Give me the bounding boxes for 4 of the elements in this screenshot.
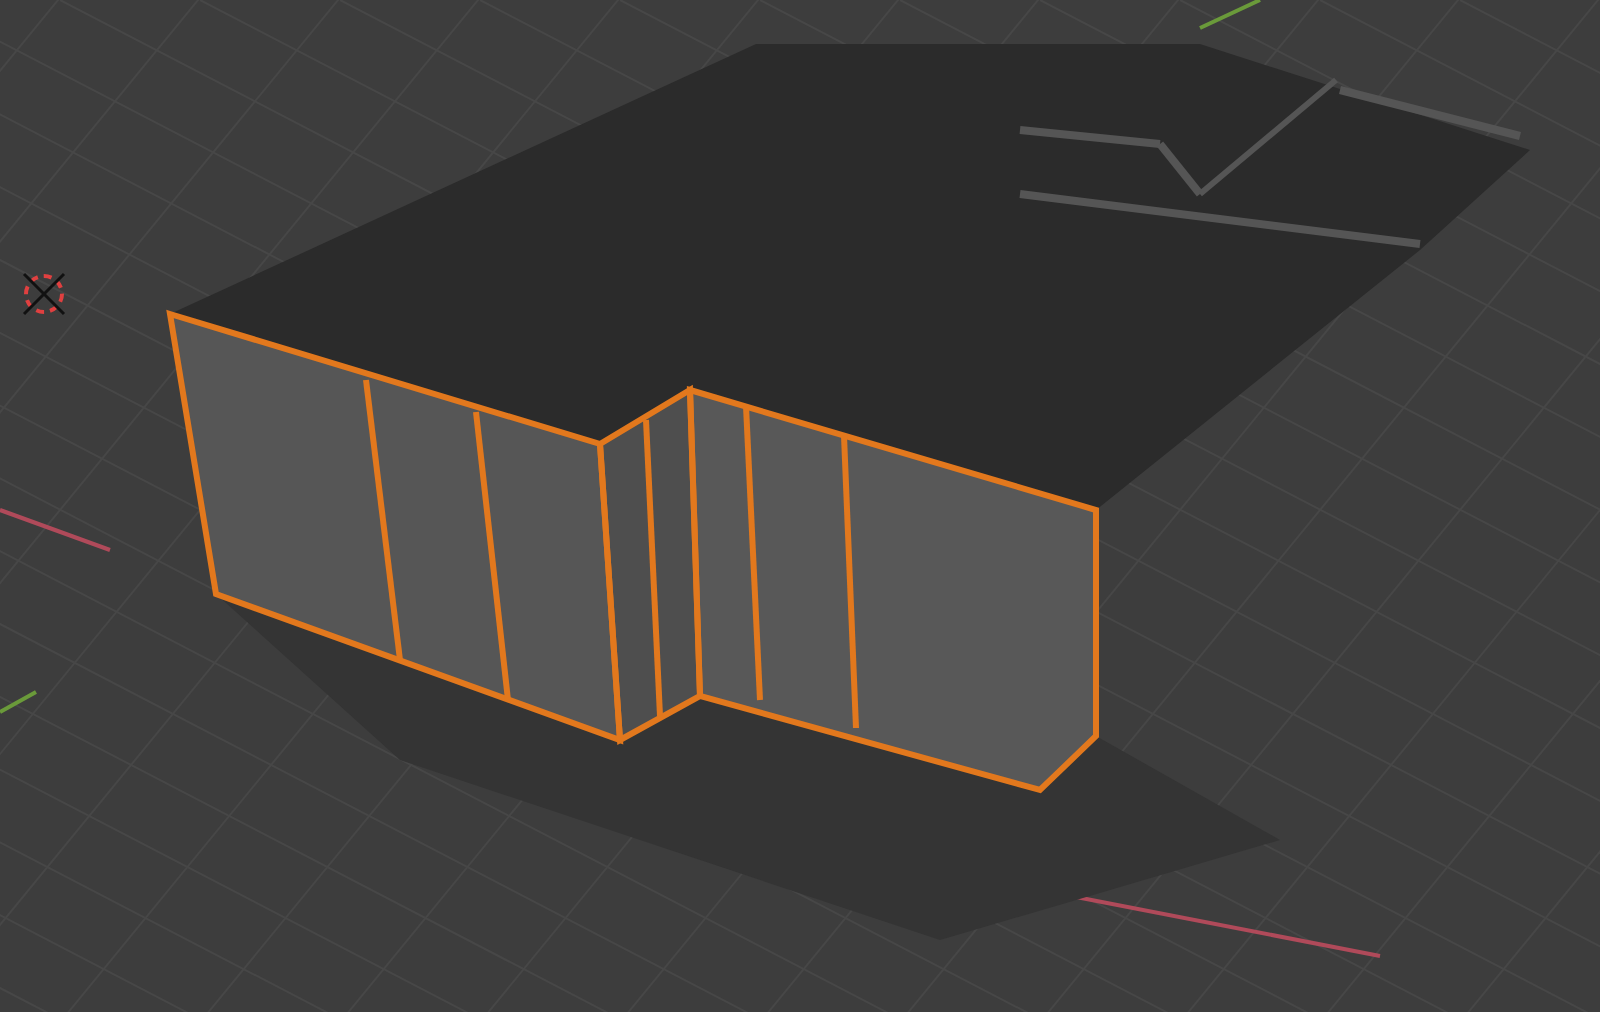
y-axis-line [0,690,37,714]
y-axis-line [1199,0,1261,30]
cursor-icon [22,272,66,316]
x-axis-line [0,508,111,552]
